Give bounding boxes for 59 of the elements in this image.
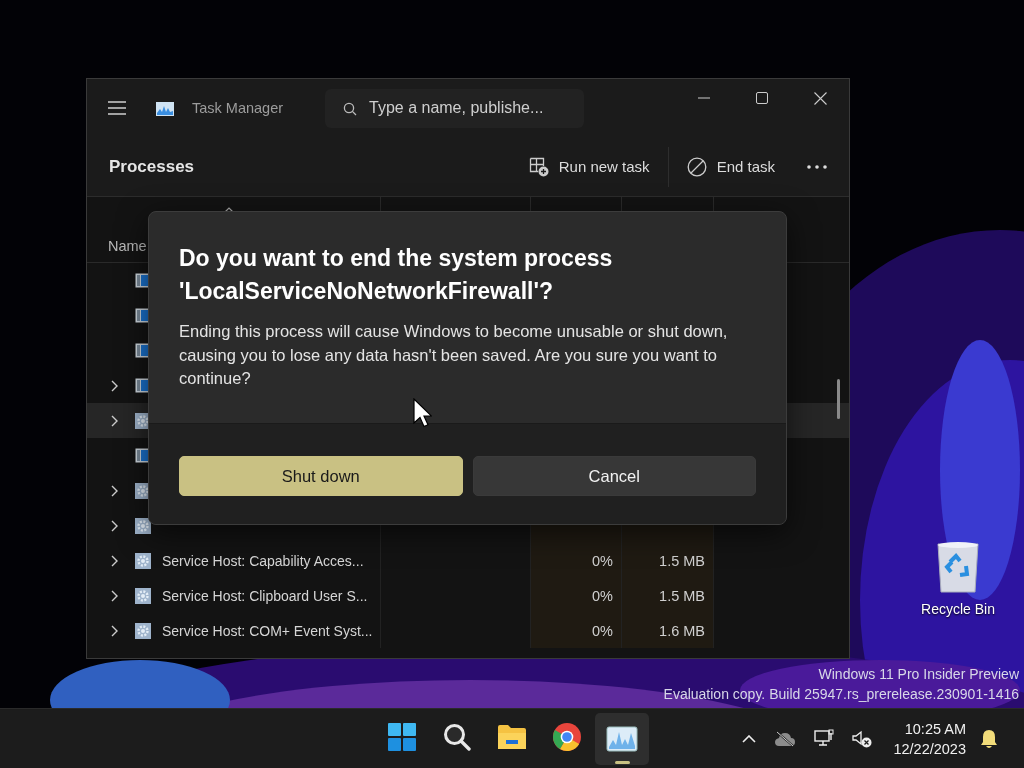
recycle-bin-icon[interactable] — [935, 540, 981, 594]
search-icon[interactable] — [443, 722, 471, 751]
gear-icon — [135, 587, 151, 604]
chevron-right-icon[interactable] — [111, 414, 118, 427]
more-icon[interactable] — [807, 164, 827, 169]
chevron-up-icon[interactable] — [742, 734, 757, 743]
cloud-off-icon[interactable] — [774, 730, 797, 747]
search-icon — [343, 101, 357, 116]
gear-icon — [135, 552, 151, 569]
desktop-icon-label[interactable]: Recycle Bin — [921, 601, 995, 617]
memory-value: 1.6 MB — [659, 622, 705, 639]
run-new-task-button[interactable]: Run new task — [520, 148, 658, 185]
chevron-right-icon[interactable] — [111, 379, 118, 392]
cursor-icon — [413, 398, 432, 428]
gear-icon — [135, 517, 151, 534]
process-row[interactable]: Service Host: Capability Acces... 0% 1.5 MB — [87, 543, 849, 578]
clock[interactable]: 10:25 AM 12/22/2023 — [893, 718, 966, 759]
window-plus-icon — [528, 156, 549, 177]
browser-icon[interactable] — [552, 721, 582, 752]
process-row[interactable]: Service Host: Clipboard User S... 0% 1.5 MB — [87, 578, 849, 613]
dialog-message: Ending this process will cause Windows to become unusable or shut down, causing you to lose any data hasn't been saved. Are you sure you want to continue? — [179, 321, 729, 389]
chevron-right-icon[interactable] — [111, 589, 118, 602]
memory-value: 1.5 MB — [659, 587, 705, 604]
watermark-text: Evaluation copy. Build 25947.rs_prerelease.230901-1416 — [663, 685, 1019, 704]
end-task-button[interactable]: End task — [678, 148, 783, 185]
cancel-button[interactable]: Cancel — [472, 456, 756, 496]
prohibited-icon — [686, 156, 707, 177]
cpu-value: 0% — [592, 552, 613, 569]
chevron-right-icon[interactable] — [111, 554, 118, 567]
window-title: Task Manager — [192, 100, 285, 116]
muted-speaker-icon[interactable] — [852, 729, 873, 748]
folder-icon[interactable] — [497, 723, 527, 750]
cpu-value: 0% — [592, 622, 613, 639]
chart-monitor-icon[interactable] — [606, 725, 638, 752]
chevron-right-icon[interactable] — [111, 624, 118, 637]
network-icon[interactable] — [814, 728, 835, 749]
cpu-value: 0% — [592, 587, 613, 604]
chevron-right-icon[interactable] — [111, 484, 118, 497]
page-title: Processes — [109, 156, 195, 177]
watermark-text: Windows 11 Pro Insider Preview — [817, 665, 1019, 684]
process-name: Service Host: Capability Acces... — [162, 552, 364, 569]
start-icon[interactable] — [387, 721, 417, 752]
scrollbar-thumb[interactable] — [837, 379, 840, 419]
process-name: Service Host: COM+ Event Syst... — [162, 622, 373, 639]
column-header[interactable]: Name — [108, 238, 147, 254]
search-field[interactable]: Type a name, publishe... — [325, 88, 584, 128]
monitor-icon — [155, 99, 175, 117]
maximize-icon[interactable] — [756, 92, 768, 104]
shut-down-button[interactable]: Shut down — [179, 456, 463, 496]
process-name: Service Host: Clipboard User S... — [162, 587, 368, 604]
close-icon[interactable] — [813, 91, 827, 105]
chevron-right-icon[interactable] — [111, 519, 118, 532]
menu-icon[interactable] — [108, 101, 126, 115]
process-row[interactable]: Service Host: COM+ Event Syst... 0% 1.6 MB — [87, 613, 849, 648]
memory-value: 1.5 MB — [659, 552, 705, 569]
gear-icon — [135, 622, 151, 639]
dialog-title: Do you want to end the system process 'LocalServiceNoNetworkFirewall'? — [179, 244, 614, 306]
bell-icon[interactable] — [980, 728, 998, 749]
active-indicator — [615, 760, 630, 764]
